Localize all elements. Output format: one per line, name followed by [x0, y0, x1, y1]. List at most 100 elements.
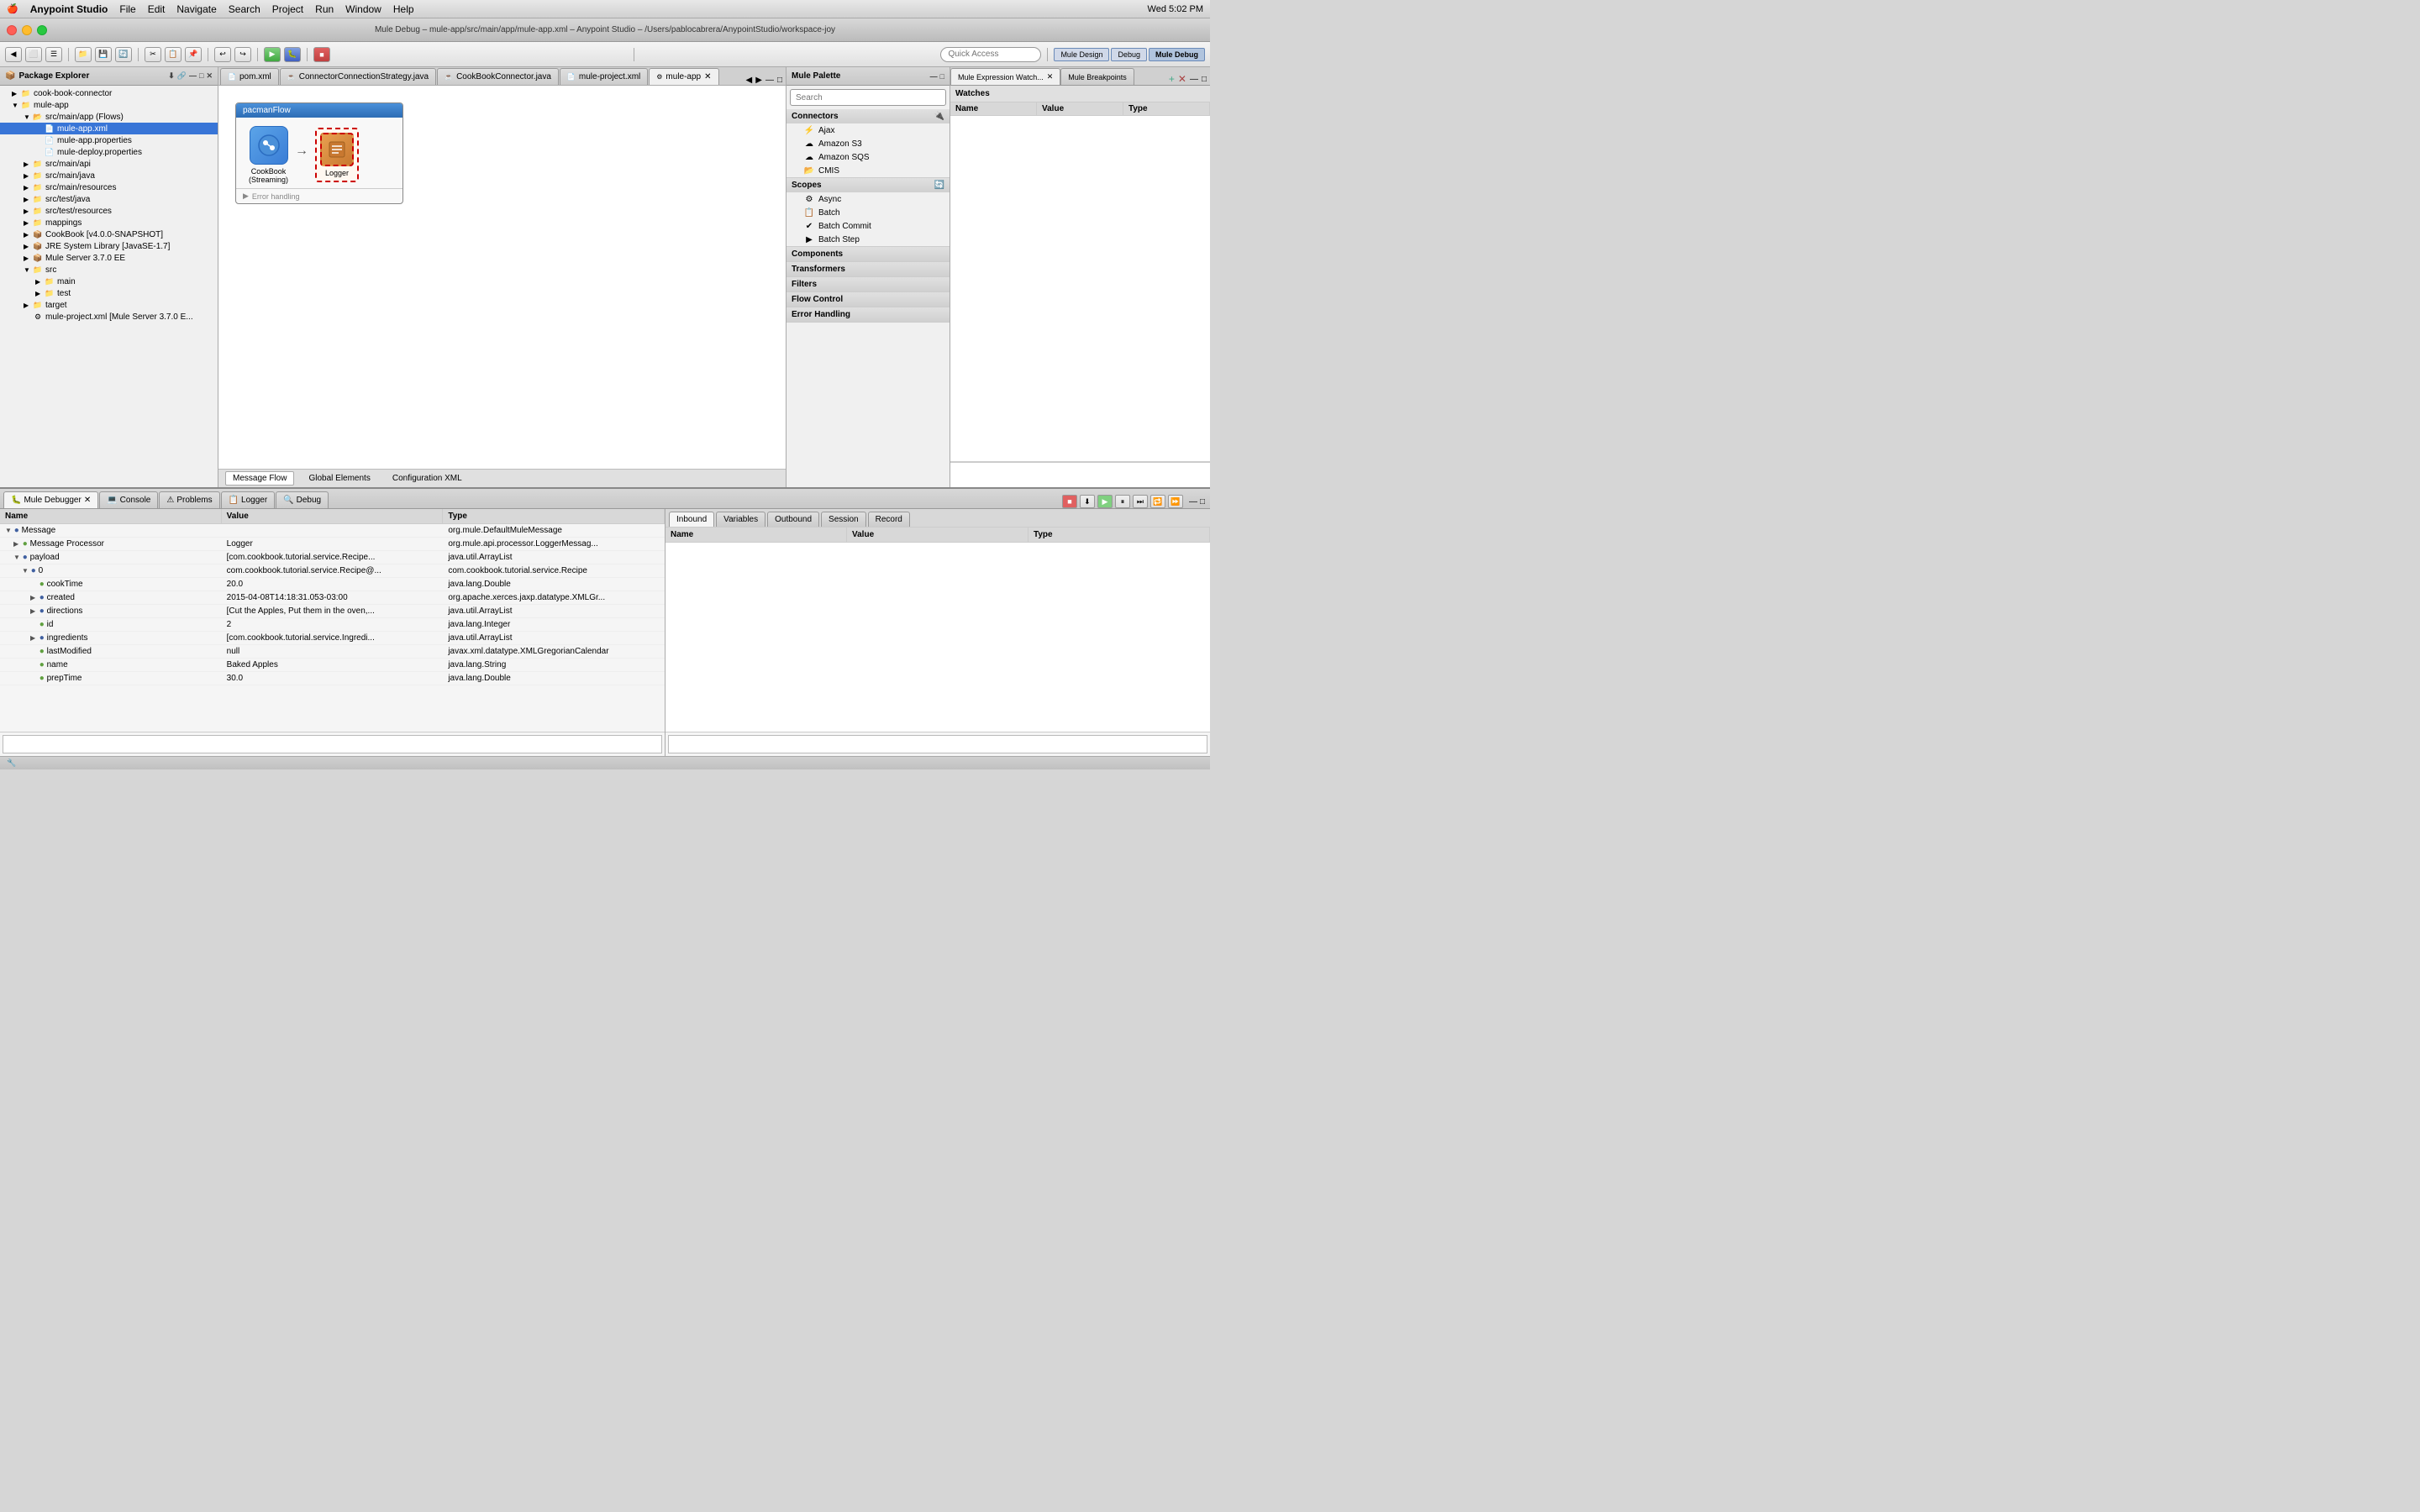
palette-minimize[interactable]: —	[930, 72, 938, 81]
tree-item-test[interactable]: ▶ 📁 test	[0, 287, 218, 299]
tab-configuration-xml[interactable]: Configuration XML	[385, 471, 470, 486]
tab-outbound[interactable]: Outbound	[767, 512, 819, 527]
tree-item-main[interactable]: ▶ 📁 main	[0, 276, 218, 287]
tab-debug[interactable]: 🔍 Debug	[276, 491, 329, 508]
tab-cookbook-connector[interactable]: ☕ CookBookConnector.java	[437, 68, 559, 85]
perspective-mule-design[interactable]: Mule Design	[1054, 48, 1109, 61]
palette-item-batch-commit[interactable]: ✔ Batch Commit	[786, 219, 950, 233]
palette-transformers-header[interactable]: Transformers	[786, 262, 950, 276]
palette-item-batch-step[interactable]: ▶ Batch Step	[786, 233, 950, 246]
minimize-expr[interactable]: —	[1190, 75, 1198, 84]
toolbar-btn-1[interactable]: ◀	[5, 47, 22, 62]
debug-minimize[interactable]: —	[1189, 497, 1197, 507]
perspective-mule-debug[interactable]: Mule Debug	[1149, 48, 1205, 61]
debug-row-ingredients[interactable]: ▶ ● ingredients [com.cookbook.tutorial.s…	[0, 632, 665, 645]
tab-close-mule-app[interactable]: ✕	[704, 72, 711, 81]
debug-row-directions[interactable]: ▶ ● directions [Cut the Apples, Put them…	[0, 605, 665, 618]
debug-stop-btn[interactable]: ■	[1062, 495, 1077, 508]
quick-access-input[interactable]	[940, 47, 1041, 62]
flow-error-section[interactable]: ▶ Error handling	[236, 188, 402, 203]
tree-item-mule-project-xml[interactable]: ⚙ mule-project.xml [Mule Server 3.7.0 E.…	[0, 311, 218, 323]
palette-item-cmis[interactable]: 📂 CMIS	[786, 164, 950, 177]
tab-console[interactable]: 💻 Console	[99, 491, 158, 508]
palette-item-ajax[interactable]: ⚡ Ajax	[786, 123, 950, 137]
debug-row-cooktime[interactable]: ● cookTime 20.0 java.lang.Double	[0, 578, 665, 591]
tree-item-mule-deploy-properties[interactable]: 📄 mule-deploy.properties	[0, 146, 218, 158]
flow-canvas[interactable]: pacmanFlow	[218, 86, 786, 469]
toolbar-btn-11[interactable]: ↪	[234, 47, 251, 62]
toolbar-btn-7[interactable]: ✂	[145, 47, 161, 62]
toolbar-btn-6[interactable]: 🔄	[115, 47, 132, 62]
inbound-input-row[interactable]	[666, 732, 1210, 756]
tree-item-mule-app-xml[interactable]: 📄 mule-app.xml	[0, 123, 218, 134]
debug-btn-3[interactable]: ⏸	[1115, 495, 1130, 508]
tree-item-src-main-java[interactable]: ▶ 📁 src/main/java	[0, 170, 218, 181]
toolbar-btn-3[interactable]: ☰	[45, 47, 62, 62]
menu-edit[interactable]: Edit	[148, 3, 166, 15]
palette-item-batch[interactable]: 📋 Batch	[786, 206, 950, 219]
debug-input-row[interactable]	[0, 732, 665, 756]
palette-connectors-header[interactable]: Connectors 🔌	[786, 109, 950, 123]
toolbar-btn-2[interactable]: ⬜	[25, 47, 42, 62]
tab-breakpoints[interactable]: Mule Breakpoints	[1060, 68, 1134, 85]
menu-project[interactable]: Project	[272, 3, 303, 15]
tree-item-src-test-resources[interactable]: ▶ 📁 src/test/resources	[0, 205, 218, 217]
tree-item-mule-server[interactable]: ▶ 📦 Mule Server 3.7.0 EE	[0, 252, 218, 264]
toolbar-search[interactable]	[940, 47, 1041, 62]
palette-filters-header[interactable]: Filters	[786, 277, 950, 291]
close-panel-btn[interactable]: ✕	[206, 71, 213, 81]
close-btn[interactable]	[7, 25, 17, 35]
tree-item-cook-book-connector[interactable]: ▶ 📁 cook-book-connector	[0, 87, 218, 99]
tree-item-target[interactable]: ▶ 📁 target	[0, 299, 218, 311]
debug-maximize[interactable]: □	[1200, 497, 1205, 507]
debug-btn-5[interactable]: 🔁	[1150, 495, 1165, 508]
palette-item-amazon-s3[interactable]: ☁ Amazon S3	[786, 137, 950, 150]
palette-search-input[interactable]	[790, 89, 946, 106]
add-watch-btn[interactable]: +	[1169, 73, 1175, 85]
debug-row-lastmodified[interactable]: ● lastModified null javax.xml.datatype.X…	[0, 645, 665, 659]
tree-item-src-main-api[interactable]: ▶ 📁 src/main/api	[0, 158, 218, 170]
tab-global-elements[interactable]: Global Elements	[301, 471, 377, 486]
debug-btn-6[interactable]: ⏩	[1168, 495, 1183, 508]
apple-menu[interactable]: 🍎	[7, 3, 18, 14]
debug-row-id[interactable]: ● id 2 java.lang.Integer	[0, 618, 665, 632]
watches-input-row[interactable]	[950, 461, 1210, 487]
minimize-editor[interactable]: —	[765, 76, 774, 85]
debug-row-0[interactable]: ▼ ● 0 com.cookbook.tutorial.service.Reci…	[0, 564, 665, 578]
toolbar-btn-5[interactable]: 💾	[95, 47, 112, 62]
debug-btn-4[interactable]: ⏭	[1133, 495, 1148, 508]
tree-item-src-test-java[interactable]: ▶ 📁 src/test/java	[0, 193, 218, 205]
maximize-panel-btn[interactable]: □	[199, 71, 203, 81]
menu-search[interactable]: Search	[229, 3, 260, 15]
tab-nav-right[interactable]: ▶	[755, 76, 762, 85]
tab-expression-watch[interactable]: Mule Expression Watch... ✕	[950, 68, 1060, 85]
menu-help[interactable]: Help	[393, 3, 414, 15]
menu-file[interactable]: File	[119, 3, 135, 15]
tree-item-src[interactable]: ▼ 📁 src	[0, 264, 218, 276]
toolbar-btn-8[interactable]: 📋	[165, 47, 182, 62]
debug-step-btn[interactable]: ⬇	[1080, 495, 1095, 508]
minimize-btn[interactable]	[22, 25, 32, 35]
maximize-btn[interactable]	[37, 25, 47, 35]
palette-scopes-header[interactable]: Scopes 🔄	[786, 178, 950, 192]
tab-variables[interactable]: Variables	[716, 512, 765, 527]
toolbar-btn-stop[interactable]: ■	[313, 47, 330, 62]
logger-node[interactable]: Logger	[315, 128, 359, 182]
maximize-editor[interactable]: □	[777, 76, 782, 85]
tab-mule-project[interactable]: 📄 mule-project.xml	[560, 68, 648, 85]
tree-item-cookbook-jar[interactable]: ▶ 📦 CookBook [v4.0.0-SNAPSHOT]	[0, 228, 218, 240]
tab-mule-debugger[interactable]: 🐛 Mule Debugger ✕	[3, 491, 98, 508]
expr-close[interactable]: ✕	[1047, 72, 1054, 81]
debug-resume-btn[interactable]: ▶	[1097, 495, 1113, 508]
tab-mule-app[interactable]: ⚙ mule-app ✕	[649, 68, 718, 85]
tree-item-jre[interactable]: ▶ 📦 JRE System Library [JavaSE-1.7]	[0, 240, 218, 252]
tab-problems[interactable]: ⚠ Problems	[159, 491, 219, 508]
menu-run[interactable]: Run	[315, 3, 334, 15]
palette-flow-control-header[interactable]: Flow Control	[786, 292, 950, 307]
toolbar-btn-10[interactable]: ↩	[214, 47, 231, 62]
debug-filter-input[interactable]	[3, 735, 662, 753]
minimize-panel-btn[interactable]: —	[189, 71, 197, 81]
tab-inbound[interactable]: Inbound	[669, 512, 714, 527]
palette-components-header[interactable]: Components	[786, 247, 950, 261]
perspective-debug[interactable]: Debug	[1111, 48, 1147, 61]
